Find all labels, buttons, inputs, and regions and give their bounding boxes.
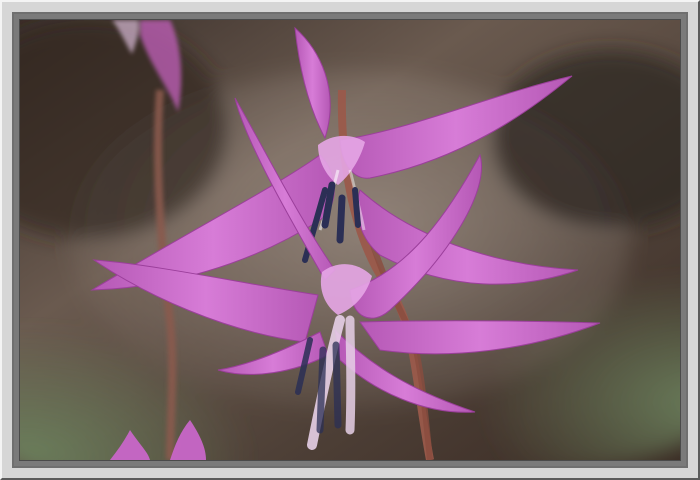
photo: [20, 20, 680, 460]
flower-photo: [20, 20, 680, 460]
